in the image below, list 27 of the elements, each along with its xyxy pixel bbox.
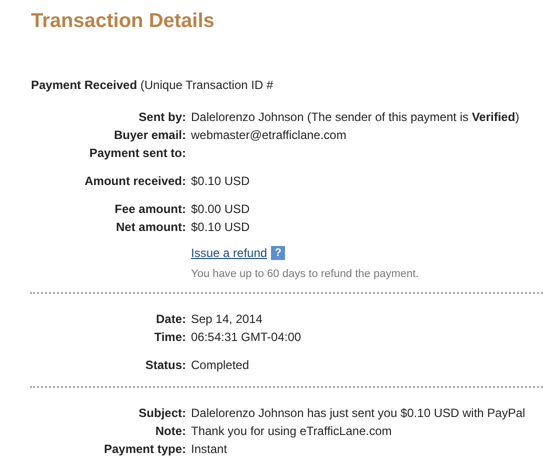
refund-note: You have up to 60 days to refund the payment. <box>191 268 420 280</box>
field-value: $0.00 USD <box>191 201 250 218</box>
field-value: Thank you for using eTrafficLane.com <box>191 423 392 440</box>
field-label: Note: <box>154 423 186 440</box>
page-title: Transaction Details <box>31 10 216 33</box>
field-label: Fee amount: <box>114 201 186 218</box>
field-value: Dalelorenzo Johnson has just sent you $0.10 USD with PayPal <box>191 405 526 422</box>
field-label: Payment type: <box>102 441 186 458</box>
field-label: Status: <box>144 357 186 374</box>
field-label: Date: <box>154 311 186 328</box>
field-value: $0.10 USD <box>191 173 250 190</box>
field-value: $0.10 USD <box>191 219 250 236</box>
field-value: Dalelorenzo Johnson (The sender of this payment is Verified) <box>191 109 520 126</box>
field-value: Sep 14, 2014 <box>191 311 262 328</box>
field-label: Net amount: <box>115 219 186 236</box>
field-label: Subject: <box>138 405 186 422</box>
field-label: Sent by: <box>138 109 186 126</box>
field-value: Completed <box>191 357 250 374</box>
field-label: Amount received: <box>84 173 186 190</box>
field-label: Buyer email: <box>112 127 186 144</box>
field-value: 06:54:31 GMT-04:00 <box>191 329 302 346</box>
field-value: webmaster@etrafficlane.com <box>191 127 346 144</box>
field-label: Time: <box>153 329 186 346</box>
refund-link[interactable]: Issue a refund <box>191 246 268 260</box>
payment-received-text: Payment Received (Unique Transaction ID # <box>31 78 274 92</box>
field-value: Instant <box>191 441 228 458</box>
field-label: Payment sent to: <box>88 145 186 162</box>
